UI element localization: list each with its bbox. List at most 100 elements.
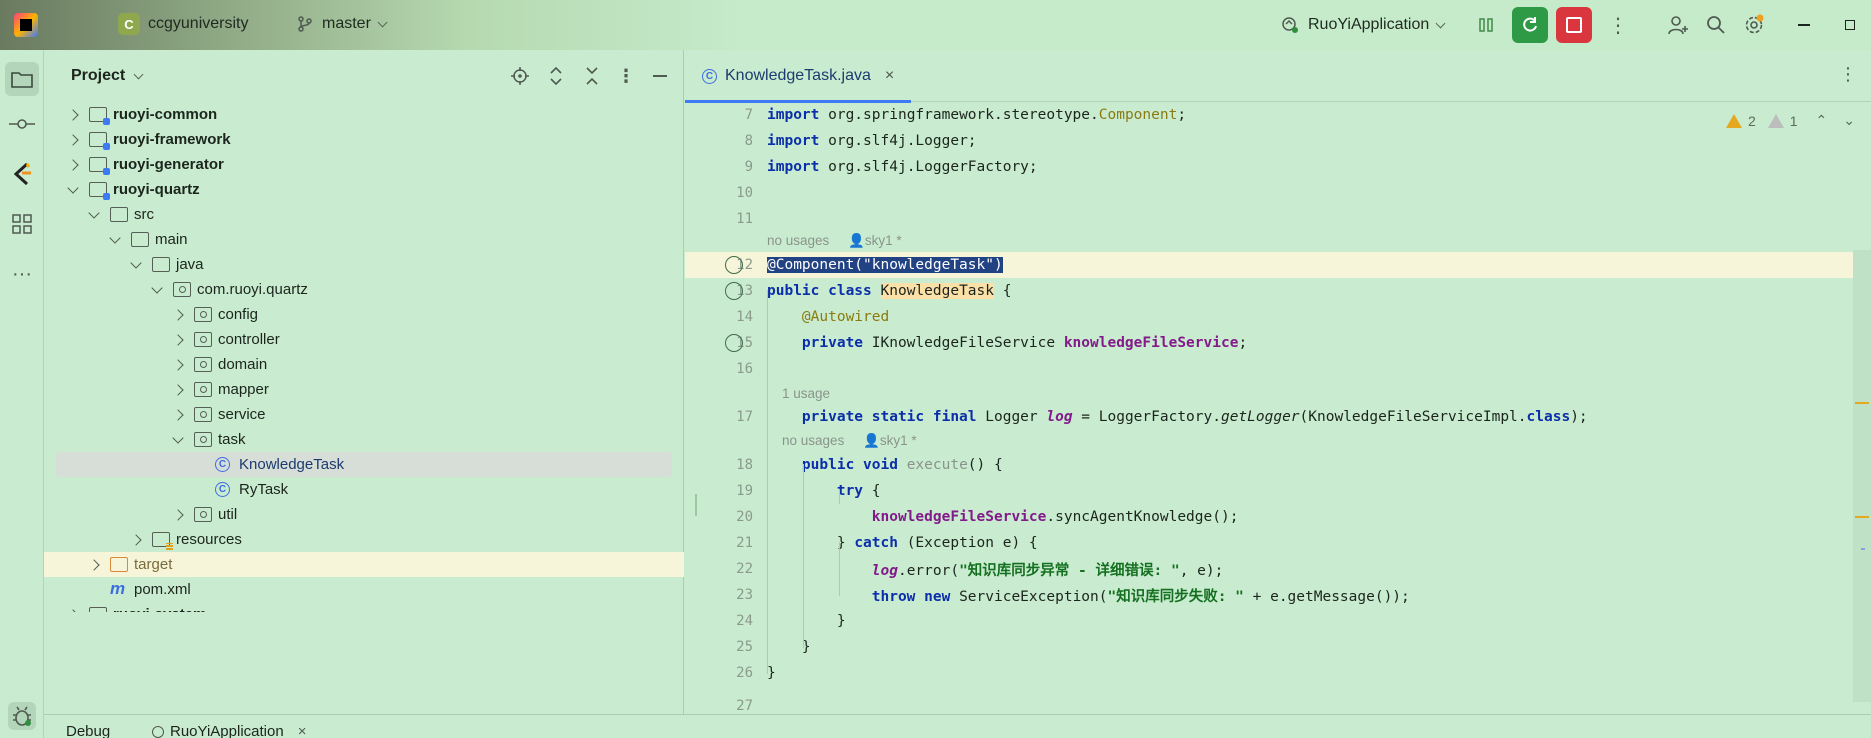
tree-item-util[interactable]: util <box>44 502 684 527</box>
chevron-down-icon[interactable] <box>130 256 142 269</box>
warning-marker[interactable] <box>1855 402 1869 404</box>
tree-item-src[interactable]: src <box>44 202 684 227</box>
tree-item-ruoyi-framework[interactable]: ruoyi-framework <box>44 127 684 152</box>
stop-button[interactable] <box>1556 7 1592 43</box>
tree-item-rytask[interactable]: C RyTask <box>44 477 684 502</box>
chevron-right-icon[interactable] <box>67 608 79 612</box>
chevron-down-icon[interactable] <box>88 206 100 219</box>
chevron-right-icon[interactable] <box>172 333 184 346</box>
tree-item-config[interactable]: config <box>44 302 684 327</box>
tree-item-service[interactable]: service <box>44 402 684 427</box>
chevron-right-icon[interactable] <box>67 108 79 121</box>
spring-bean-gutter-icon[interactable] <box>725 282 743 300</box>
tree-item-target[interactable]: target <box>44 552 684 577</box>
locate-file-icon[interactable] <box>508 64 532 88</box>
chevron-right-icon[interactable] <box>67 133 79 146</box>
chevron-down-icon[interactable] <box>67 181 79 194</box>
bottom-tool-bar: Debug RuoYiApplication × <box>44 714 1871 738</box>
maximize-icon[interactable] <box>1832 7 1868 43</box>
branch-switcher[interactable]: master <box>296 15 388 33</box>
code-text: .syncAgentKnowledge(); <box>1046 509 1239 525</box>
ai-assistant-icon[interactable] <box>8 160 36 188</box>
tree-item-ruoyi-quartz[interactable]: ruoyi-quartz <box>44 177 684 202</box>
minimize-icon[interactable] <box>1786 7 1822 43</box>
tree-item-ruoyi-common[interactable]: ruoyi-common <box>44 102 684 127</box>
tree-item-knowledgetask[interactable]: C KnowledgeTask <box>56 452 672 477</box>
indent-guide <box>839 542 840 596</box>
class-ref: Component <box>1098 107 1178 123</box>
tab-options-icon[interactable]: ⋮ <box>1839 64 1857 85</box>
run-config-selector[interactable]: RuoYiApplication <box>1280 15 1446 35</box>
project-folder-icon[interactable] <box>5 62 39 96</box>
code-line-25: 25 } <box>685 634 1871 660</box>
tree-item-mapper[interactable]: mapper <box>44 377 684 402</box>
main-menu-icon[interactable] <box>66 14 90 36</box>
hide-panel-icon[interactable] <box>648 64 672 88</box>
inlay-hint-line: no usages 👤sky1 * <box>685 430 1871 452</box>
chevron-right-icon[interactable] <box>172 383 184 396</box>
debug-tab[interactable]: Debug <box>66 723 110 738</box>
chevron-down-icon[interactable] <box>172 431 184 444</box>
tree-item-ruoyi-generator[interactable]: ruoyi-generator <box>44 152 684 177</box>
excluded-folder-icon <box>110 557 128 572</box>
chevron-right-icon[interactable] <box>88 558 100 571</box>
close-session-icon[interactable]: × <box>298 723 307 738</box>
warning-marker[interactable] <box>1855 516 1869 518</box>
debug-bug-icon[interactable] <box>8 702 36 730</box>
chevron-right-icon[interactable] <box>172 308 184 321</box>
line-number: 25 <box>736 639 753 655</box>
run-session-tab[interactable]: RuoYiApplication × <box>152 723 306 738</box>
usages-hint[interactable]: 1 usage <box>782 386 830 401</box>
tree-item-task[interactable]: task <box>44 427 684 452</box>
tree-item-label: RyTask <box>239 481 289 498</box>
editor-scrollbar[interactable] <box>1853 250 1871 702</box>
chevron-right-icon[interactable] <box>172 358 184 371</box>
structure-icon[interactable] <box>8 210 36 238</box>
module-folder-icon <box>89 607 107 612</box>
editor-tab-knowledgetask[interactable]: C KnowledgeTask.java × <box>685 50 911 103</box>
tree-item-main[interactable]: main <box>44 227 684 252</box>
chevron-right-icon[interactable] <box>130 533 142 546</box>
pause-icon[interactable] <box>1468 7 1504 43</box>
expand-all-icon[interactable] <box>544 64 568 88</box>
chevron-down-icon[interactable] <box>109 231 121 244</box>
tree-item-com-ruoyi-quartz[interactable]: com.ruoyi.quartz <box>44 277 684 302</box>
tree-item-java[interactable]: java <box>44 252 684 277</box>
code-view[interactable]: 7 import org.springframework.stereotype.… <box>685 102 1871 714</box>
package-icon <box>194 432 212 447</box>
tree-item-domain[interactable]: domain <box>44 352 684 377</box>
project-panel: Project ⋮ ruoyi-common ruoyi-framework ruo… <box>44 50 726 714</box>
chevron-down-icon[interactable] <box>133 69 144 79</box>
class-icon: C <box>215 457 230 472</box>
type-name: IKnowledgeFileService <box>871 335 1064 351</box>
add-user-icon[interactable] <box>1660 7 1696 43</box>
chevron-down-icon[interactable] <box>151 281 163 294</box>
commit-icon[interactable] <box>8 110 36 138</box>
code-line-10: 10 <box>685 180 1871 206</box>
chevron-right-icon[interactable] <box>172 508 184 521</box>
options-menu-icon[interactable]: ⋮ <box>614 64 638 88</box>
spring-bean-gutter-icon[interactable] <box>725 256 743 274</box>
line-number: 9 <box>744 159 753 175</box>
usages-hint[interactable]: no usages <box>767 233 829 248</box>
settings-gear-icon[interactable] <box>1736 7 1772 43</box>
tree-item-pom-xml[interactable]: m pom.xml <box>44 577 684 602</box>
author-hint[interactable]: sky1 * <box>880 433 917 448</box>
tree-item-resources[interactable]: resources <box>44 527 684 552</box>
author-hint[interactable]: sky1 * <box>865 233 902 248</box>
autowired-gutter-icon[interactable] <box>725 334 743 352</box>
chevron-right-icon[interactable] <box>67 158 79 171</box>
search-icon[interactable] <box>1698 7 1734 43</box>
tree-item-ruoyi-system[interactable]: ruoyi-system <box>44 602 684 612</box>
project-switcher[interactable]: C ccgyuniversity <box>118 13 248 35</box>
rerun-debug-button[interactable] <box>1512 7 1548 43</box>
chevron-right-icon[interactable] <box>172 408 184 421</box>
collapse-all-icon[interactable] <box>580 64 604 88</box>
more-actions-icon[interactable]: ⋮ <box>1600 7 1636 43</box>
info-marker[interactable] <box>1861 548 1865 550</box>
project-panel-title[interactable]: Project <box>71 67 125 85</box>
usages-hint[interactable]: no usages <box>782 433 844 448</box>
more-tools-icon[interactable]: ··· <box>8 260 36 288</box>
tree-item-controller[interactable]: controller <box>44 327 684 352</box>
close-tab-icon[interactable]: × <box>885 67 894 85</box>
